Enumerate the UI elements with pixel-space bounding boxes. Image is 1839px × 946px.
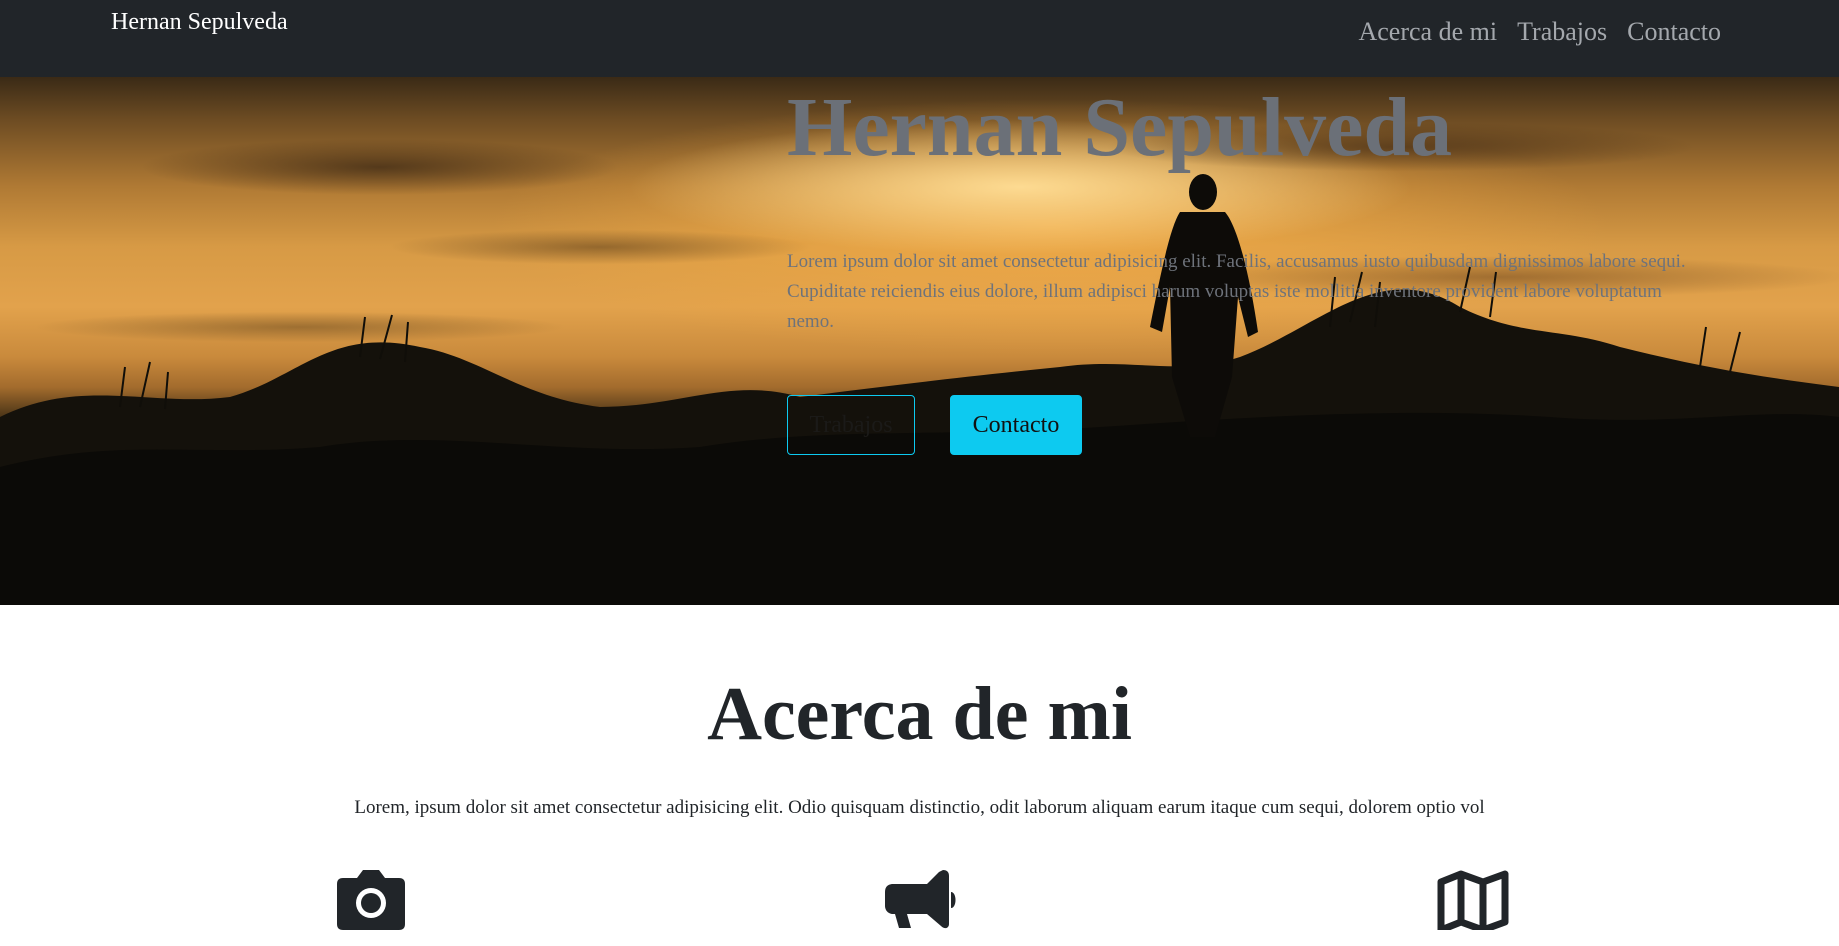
hero-section: Hernan Sepulveda Lorem ipsum dolor sit a… bbox=[0, 77, 1839, 605]
nav-link-about[interactable]: Acerca de mi bbox=[1358, 16, 1497, 48]
camera-icon bbox=[337, 870, 405, 930]
about-description: Lorem, ipsum dolor sit amet consectetur … bbox=[354, 797, 1485, 818]
megaphone-icon bbox=[885, 870, 956, 929]
navbar-brand[interactable]: Hernan Sepulveda bbox=[111, 8, 288, 36]
nav-links: Acerca de mi Trabajos Contacto bbox=[1358, 16, 1721, 48]
hero-description: Lorem ipsum dolor sit amet consectetur a… bbox=[787, 251, 1686, 332]
about-title: Acerca de mi bbox=[707, 672, 1132, 756]
contact-button[interactable]: Contacto bbox=[950, 395, 1082, 455]
navbar: Hernan Sepulveda Acerca de mi Trabajos C… bbox=[0, 0, 1839, 77]
hero-title: Hernan Sepulveda bbox=[787, 81, 1453, 174]
map-icon bbox=[1437, 870, 1509, 930]
nav-link-works[interactable]: Trabajos bbox=[1517, 16, 1607, 48]
works-button[interactable]: Trabajos bbox=[787, 395, 915, 455]
nav-link-contact[interactable]: Contacto bbox=[1627, 16, 1721, 48]
